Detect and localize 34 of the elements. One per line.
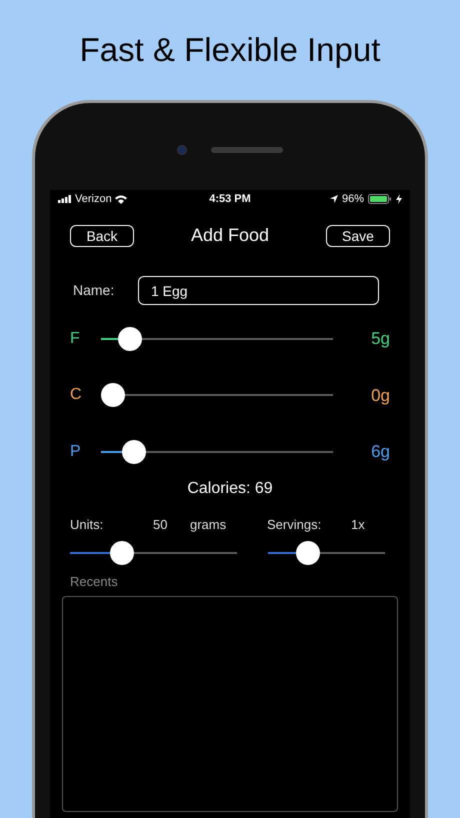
speaker-grille xyxy=(211,146,283,152)
screen-title: Add Food xyxy=(190,224,270,247)
macro-slider[interactable] xyxy=(101,326,333,351)
wifi-icon xyxy=(114,194,127,204)
macro-letter: P xyxy=(70,442,82,462)
battery-percent: 96% xyxy=(342,192,364,207)
units-slider[interactable] xyxy=(70,541,237,565)
name-field[interactable]: 1 Egg xyxy=(138,276,379,305)
location-arrow-icon xyxy=(330,195,338,203)
servings-slider[interactable] xyxy=(268,541,385,565)
units-label: Units: xyxy=(70,516,104,534)
battery-icon xyxy=(368,194,392,204)
carrier-name: Verizon xyxy=(75,192,112,207)
servings-label: Servings: xyxy=(267,516,322,534)
macro-reading: 0g xyxy=(371,384,390,406)
camera-icon xyxy=(177,144,187,154)
macro-slider[interactable] xyxy=(101,383,333,408)
status-time: 4:53 PM xyxy=(209,192,251,207)
units-name: grams xyxy=(190,516,226,534)
units-value: 50 xyxy=(153,516,168,534)
calories-total: Calories: 69 xyxy=(187,478,273,498)
servings-value: 1x xyxy=(351,516,365,534)
recents-label: Recents xyxy=(70,573,119,591)
macro-reading: 5g xyxy=(371,328,390,350)
signal-icon xyxy=(58,195,72,203)
macro-letter: C xyxy=(70,385,83,406)
save-button[interactable]: Save xyxy=(326,224,390,246)
headline: Fast & Flexible Input xyxy=(80,30,380,70)
name-label: Name: xyxy=(73,281,116,300)
back-button[interactable]: Back xyxy=(70,224,134,246)
macro-reading: 6g xyxy=(371,441,390,463)
macro-slider[interactable] xyxy=(101,440,333,464)
charging-icon xyxy=(396,194,402,204)
macro-letter: F xyxy=(70,328,81,349)
